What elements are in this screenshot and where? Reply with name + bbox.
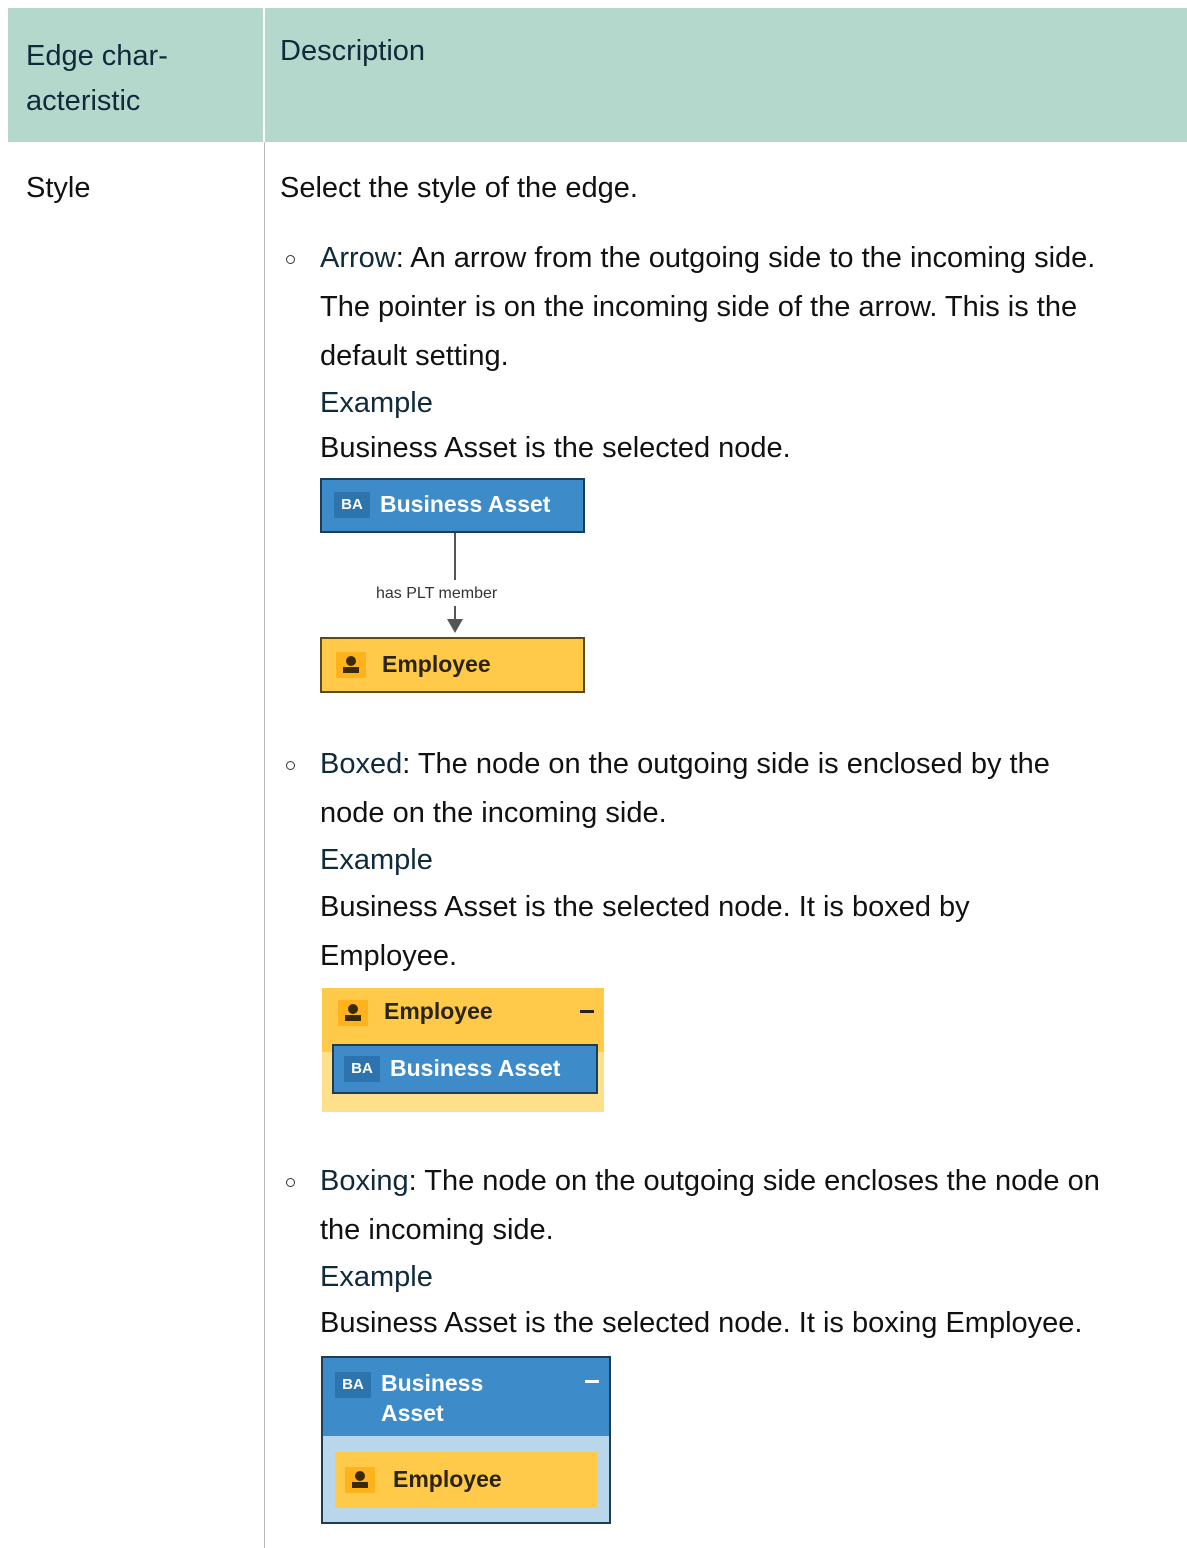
bullet-icon (286, 1178, 295, 1187)
header-col2: Description (280, 35, 426, 67)
arrow-source-node: BA Business Asset (320, 478, 585, 533)
edge-label: has PLT member (376, 585, 498, 602)
boxing-example-text: Business Asset is the selected node. It … (320, 1307, 1083, 1339)
arrow-line-3: default setting. (320, 340, 509, 372)
header-column-divider (263, 8, 265, 142)
person-icon (338, 1000, 368, 1026)
boxed-inner-label: Business Asset (390, 1055, 561, 1081)
arrow-line-2: The pointer is on the incoming side of t… (320, 291, 1078, 323)
boxing-outer-label-1: Business (381, 1370, 484, 1396)
body-column-divider (264, 142, 265, 1548)
arrow-term: Arrow (320, 242, 396, 274)
arrow-line-1: Arrow: An arrow from the outgoing side t… (320, 234, 1095, 283)
arrow-source-label: Business Asset (380, 491, 551, 517)
bullet-icon (286, 255, 295, 264)
boxed-outer-label: Employee (384, 998, 493, 1024)
ba-badge: BA (335, 1372, 371, 1398)
boxed-line-1: Boxed: The node on the outgoing side is … (320, 740, 1050, 789)
boxing-outer-label-2: Asset (381, 1400, 444, 1426)
description-intro: Select the style of the edge. (280, 172, 638, 204)
ba-badge: BA (344, 1056, 380, 1082)
boxed-example-label: Example (320, 844, 433, 876)
person-icon (345, 1467, 375, 1493)
boxed-outer-node: Employee BA Business Asset (322, 988, 604, 1112)
boxed-example-text-2: Employee. (320, 940, 458, 972)
person-icon (336, 652, 366, 678)
boxed-line-2: node on the incoming side. (320, 797, 667, 829)
table-header-row (8, 8, 1187, 142)
boxed-text-1: : The node on the outgoing side is enclo… (402, 748, 1050, 780)
arrow-target-label: Employee (382, 651, 491, 677)
header-col1-line1: Edge char- (26, 40, 168, 72)
collapse-icon[interactable] (585, 1380, 599, 1383)
boxing-text-1: : The node on the outgoing side encloses… (408, 1165, 1100, 1197)
arrow-example-text: Business Asset is the selected node. (320, 432, 791, 464)
boxed-term: Boxed (320, 748, 403, 780)
boxing-line-1: Boxing: The node on the outgoing side en… (320, 1157, 1100, 1206)
arrow-down-icon (447, 619, 463, 633)
header-col1-line2: acteristic (26, 85, 141, 117)
bullet-icon (286, 761, 295, 770)
boxing-line-2: the incoming side. (320, 1214, 554, 1246)
arrow-text-1: : An arrow from the outgoing side to the… (395, 242, 1096, 274)
boxing-term: Boxing (320, 1165, 409, 1197)
boxed-example-text-1: Business Asset is the selected node. It … (320, 891, 970, 923)
characteristic-cell: Style (26, 172, 91, 204)
edge-line-top (454, 533, 456, 580)
boxed-inner-node: BA Business Asset (332, 1044, 598, 1094)
ba-badge: BA (334, 492, 370, 518)
arrow-target-node: Employee (320, 637, 585, 693)
collapse-icon[interactable] (580, 1010, 594, 1013)
arrow-example-label: Example (320, 387, 433, 419)
boxing-outer-node: BA Business Asset Employee (321, 1356, 611, 1524)
boxing-inner-label: Employee (393, 1466, 502, 1492)
boxing-inner-node: Employee (335, 1452, 597, 1508)
boxing-example-label: Example (320, 1261, 433, 1293)
